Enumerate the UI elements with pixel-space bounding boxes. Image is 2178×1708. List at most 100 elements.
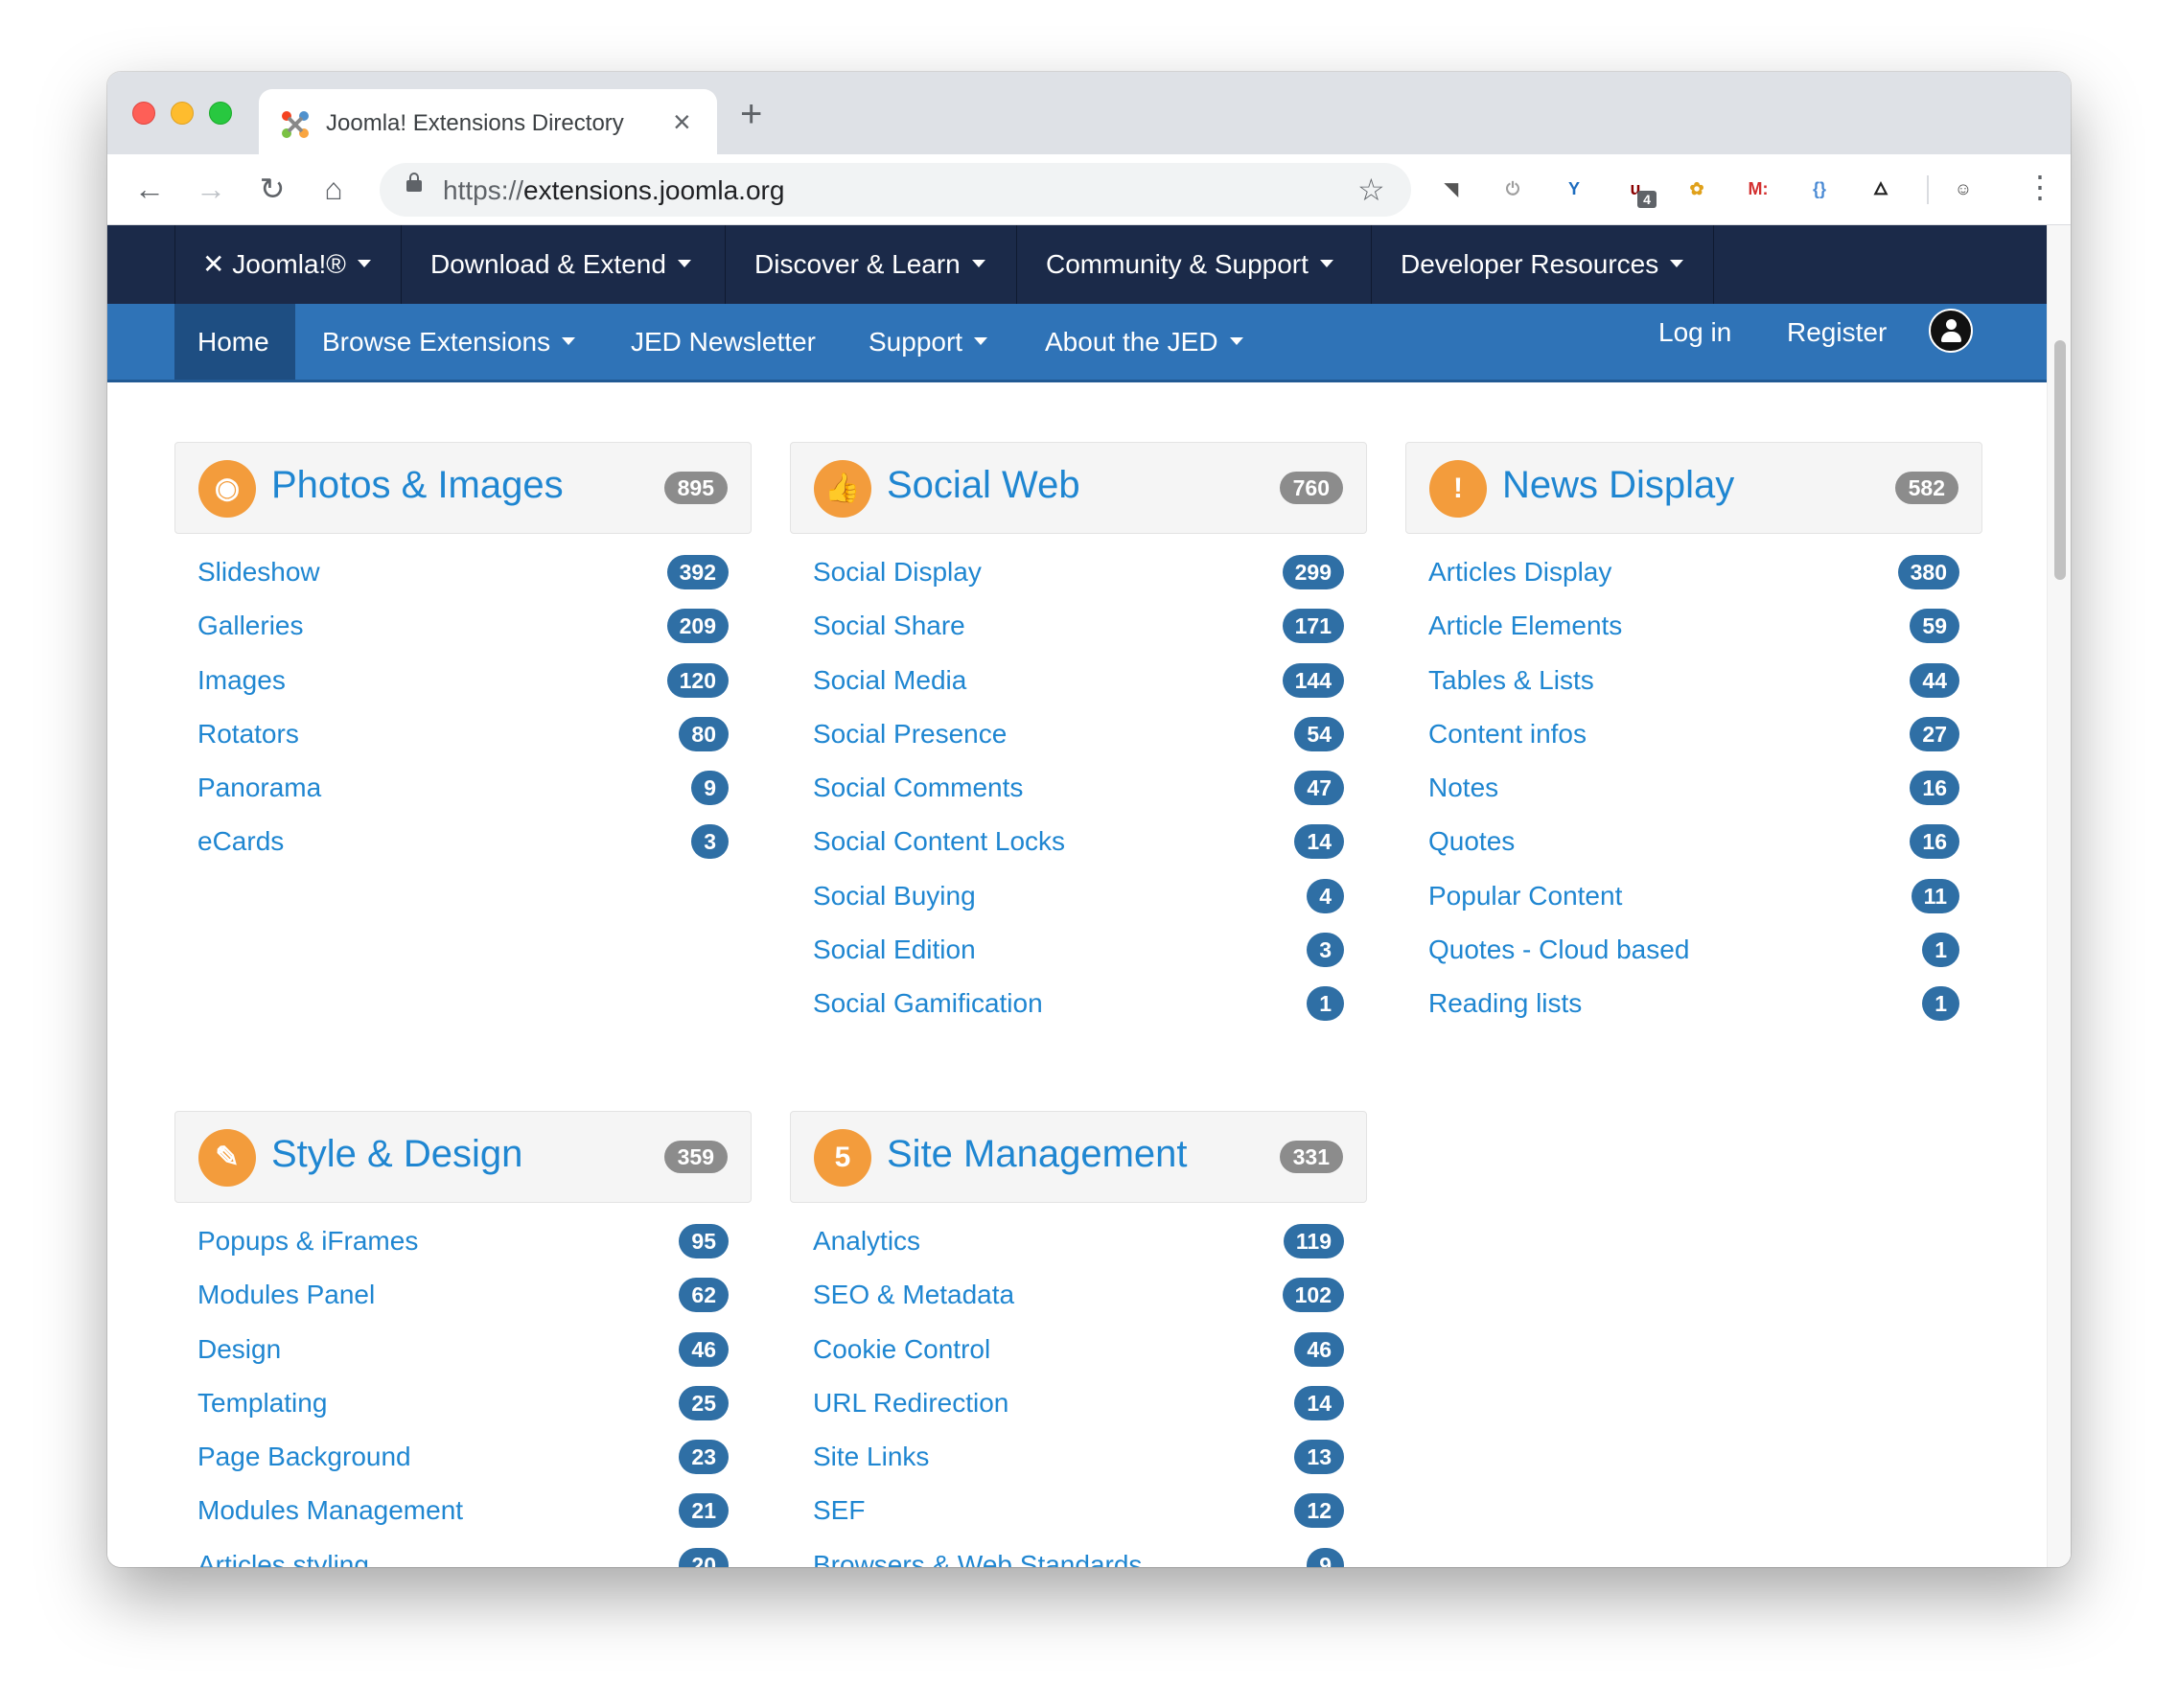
subcategory-link[interactable]: URL Redirection: [813, 1376, 1008, 1430]
maximize-window-button[interactable]: [209, 102, 232, 125]
category-title[interactable]: Style & Design: [271, 1133, 522, 1176]
subcategory-link[interactable]: Articles Display: [1428, 545, 1611, 599]
subcategory-link[interactable]: Article Elements: [1428, 599, 1622, 653]
subcategory-link[interactable]: Social Edition: [813, 923, 976, 977]
subcategory-link[interactable]: Galleries: [197, 599, 303, 653]
home-button[interactable]: ⌂: [314, 170, 353, 208]
subcategory-link[interactable]: SEF: [813, 1484, 865, 1537]
scrollbar-thumb[interactable]: [2054, 340, 2066, 580]
subcategory-link[interactable]: Design: [197, 1323, 281, 1376]
subcategory-link[interactable]: Social Buying: [813, 869, 976, 923]
subcategory-link[interactable]: Modules Management: [197, 1484, 463, 1537]
subcategory-link[interactable]: Templating: [197, 1376, 327, 1430]
category-count-badge: 331: [1279, 1141, 1343, 1173]
mention-icon[interactable]: M:: [1743, 173, 1773, 204]
subcategory-item: SEO & Metadata 102: [790, 1268, 1367, 1322]
browser-tab[interactable]: Joomla! Extensions Directory ×: [259, 89, 717, 154]
nav-browse-extensions[interactable]: Browse Extensions: [322, 304, 576, 380]
bookmark-star-icon[interactable]: ☆: [1357, 172, 1385, 208]
flame-icon[interactable]: 🜂: [1865, 173, 1896, 204]
subcategory-link[interactable]: Popups & iFrames: [197, 1214, 418, 1268]
subcategory-link[interactable]: Analytics: [813, 1214, 920, 1268]
chevron-down-icon: [1670, 259, 1684, 267]
close-window-button[interactable]: [132, 102, 155, 125]
subcategory-link[interactable]: Quotes: [1428, 815, 1515, 868]
nav-community-support[interactable]: Community & Support: [1016, 225, 1371, 304]
category-card: ◉ Photos & Images 895 Slideshow 392 Galleries…: [174, 442, 752, 869]
minimize-window-button[interactable]: [171, 102, 194, 125]
subcategory-link[interactable]: eCards: [197, 815, 284, 868]
reload-button[interactable]: ↻: [253, 170, 291, 208]
joomla-brand-menu[interactable]: ✕ Joomla!®: [174, 225, 401, 304]
subcategory-link[interactable]: Page Background: [197, 1430, 411, 1484]
subcategory-count-badge: 9: [1307, 1547, 1344, 1567]
category-title[interactable]: Site Management: [887, 1133, 1188, 1176]
category-title[interactable]: News Display: [1502, 464, 1734, 507]
user-account-icon[interactable]: [1929, 309, 1973, 353]
profile-avatar-icon[interactable]: ☺: [1948, 173, 1979, 204]
category-count-badge: 582: [1894, 472, 1958, 504]
subcategory-link[interactable]: Slideshow: [197, 545, 320, 599]
category-title[interactable]: Social Web: [887, 464, 1080, 507]
subcategory-link[interactable]: Content infos: [1428, 707, 1587, 761]
subcategory-link[interactable]: Social Content Locks: [813, 815, 1065, 868]
yoast-icon[interactable]: Y: [1559, 173, 1589, 204]
category-header[interactable]: ! News Display 582: [1405, 442, 1982, 534]
category-title[interactable]: Photos & Images: [271, 464, 564, 507]
subcategory-link[interactable]: Social Share: [813, 599, 965, 653]
category-header[interactable]: ◉ Photos & Images 895: [174, 442, 752, 534]
subcategory-link[interactable]: Images: [197, 654, 286, 707]
register-link[interactable]: Register: [1787, 294, 1887, 370]
category-header[interactable]: ✎ Style & Design 359: [174, 1111, 752, 1203]
subcategory-link[interactable]: Modules Panel: [197, 1268, 375, 1322]
subcategory-count-badge: 209: [666, 609, 729, 644]
browser-menu-icon[interactable]: ⋮: [2025, 168, 2055, 206]
url-text[interactable]: https://extensions.joomla.org: [443, 175, 784, 206]
subcategory-link[interactable]: Notes: [1428, 761, 1498, 815]
nav-download-extend[interactable]: Download & Extend: [401, 225, 725, 304]
nav-home[interactable]: Home: [174, 304, 295, 380]
lock-icon[interactable]: [406, 173, 422, 192]
power-icon[interactable]: ⏻: [1497, 173, 1528, 204]
subcategory-link[interactable]: Site Links: [813, 1430, 929, 1484]
new-tab-button[interactable]: +: [740, 95, 762, 133]
nav-developer-resources[interactable]: Developer Resources: [1371, 225, 1714, 304]
subcategory-link[interactable]: Social Gamification: [813, 977, 1043, 1030]
datayze-icon[interactable]: ✿: [1681, 173, 1712, 204]
nav-support[interactable]: Support: [869, 304, 988, 380]
forward-button[interactable]: →: [192, 170, 230, 208]
back-button[interactable]: ←: [130, 170, 169, 208]
subcategory-link[interactable]: Reading lists: [1428, 977, 1582, 1030]
subcategory-link[interactable]: Social Presence: [813, 707, 1007, 761]
jsonview-icon[interactable]: {}: [1804, 173, 1835, 204]
subcategory-link[interactable]: Panorama: [197, 761, 321, 815]
subcategory-link[interactable]: Popular Content: [1428, 869, 1622, 923]
subcategory-item: Social Gamification 1: [790, 977, 1367, 1030]
subcategory-link[interactable]: Tables & Lists: [1428, 654, 1594, 707]
nav-about-jed[interactable]: About the JED: [1045, 304, 1243, 380]
ublock-icon[interactable]: u4: [1620, 173, 1657, 208]
page-scrollbar[interactable]: [2047, 225, 2071, 1567]
category-header[interactable]: 5 Site Management 331: [790, 1111, 1367, 1203]
subcategory-link[interactable]: Browsers & Web Standards: [813, 1538, 1142, 1567]
subcategory-link[interactable]: Social Display: [813, 545, 982, 599]
subcategory-link[interactable]: Articles styling: [197, 1538, 369, 1567]
nav-jed-newsletter[interactable]: JED Newsletter: [631, 304, 816, 380]
tab-close-icon[interactable]: ×: [673, 104, 691, 139]
subcategory-count-badge: 1: [1922, 933, 1959, 968]
subcategory-link[interactable]: Quotes - Cloud based: [1428, 923, 1689, 977]
login-link[interactable]: Log in: [1658, 294, 1731, 370]
subcategory-link[interactable]: Cookie Control: [813, 1323, 990, 1376]
subcategory-item: Cookie Control 46: [790, 1323, 1367, 1376]
joomla-global-nav: ✕ Joomla!® Download & Extend Discover & …: [107, 225, 2047, 304]
address-bar[interactable]: https://extensions.joomla.org ☆: [380, 163, 1411, 217]
subcategory-link[interactable]: Social Media: [813, 654, 966, 707]
subcategory-link[interactable]: Social Comments: [813, 761, 1023, 815]
subcategory-link[interactable]: Rotators: [197, 707, 299, 761]
chevron-down-icon: [357, 259, 371, 267]
subcategory-item: Social Comments 47: [790, 761, 1367, 815]
pocket-icon[interactable]: ◥: [1436, 173, 1467, 204]
subcategory-link[interactable]: SEO & Metadata: [813, 1268, 1014, 1322]
nav-discover-learn[interactable]: Discover & Learn: [725, 225, 1016, 304]
category-header[interactable]: 👍 Social Web 760: [790, 442, 1367, 534]
